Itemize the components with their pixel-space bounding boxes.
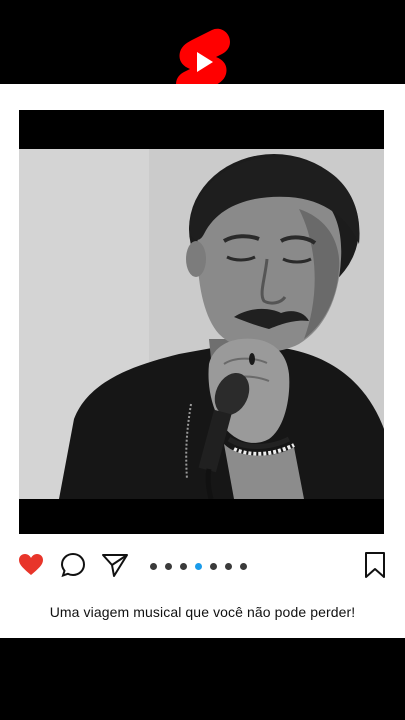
carousel-dot [165,562,172,570]
carousel-dot [180,562,187,570]
carousel-indicator [150,562,247,570]
man-singing-into-microphone-image [19,149,384,499]
post-media-frame [19,110,384,534]
post-card: Uma viagem musical que você não pode per… [0,84,405,638]
bookmark-icon[interactable] [360,550,390,580]
carousel-dot [225,562,232,570]
heart-icon[interactable] [16,550,46,580]
post-photo[interactable] [19,149,384,499]
bottom-band [0,638,405,720]
post-actions-bar [0,550,405,584]
post-caption: Uma viagem musical que você não pode per… [49,604,356,620]
carousel-dot [240,562,247,570]
carousel-dot [210,562,217,570]
carousel-dot [150,562,157,570]
carousel-dot-active [195,562,202,570]
send-icon[interactable] [100,550,130,580]
comment-icon[interactable] [58,550,88,580]
